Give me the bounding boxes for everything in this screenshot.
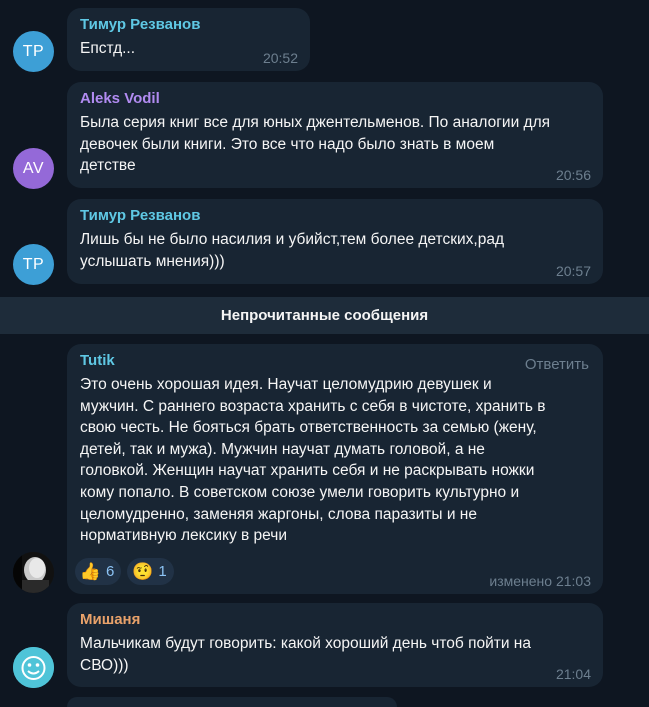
reaction-count: 1 (158, 563, 167, 580)
message-bubble[interactable]: Тимур Резванов Епстд... 20:52 (67, 8, 310, 71)
message-line: головкой. Женщин научат хранить себя и н… (80, 462, 535, 480)
message-line: Лишь бы не было насилия и убийст,тем бол… (80, 231, 504, 248)
raised-eyebrow-icon: 🤨 (132, 561, 154, 581)
message-line: девочек были книги. Это все что надо был… (80, 135, 495, 153)
avatar-timur[interactable]: ТР (13, 31, 54, 72)
message-line: детей, так и мужа). Мужчин научат думать… (80, 440, 485, 458)
message-bubble[interactable]: Мишаня Мальчикам будут говорить: какой х… (67, 603, 603, 687)
sender-name[interactable]: Тимур Резванов (80, 207, 590, 225)
avatar-timur[interactable]: ТР (13, 244, 54, 285)
message-text: Лишь бы не было насилия и убийст,тем бол… (80, 229, 590, 272)
sender-name[interactable]: Мишаня (80, 611, 590, 629)
message-bubble[interactable]: Tutik Ответить Это очень хорошая идея. Н… (67, 344, 603, 594)
message-line: детстве (80, 157, 136, 174)
message-bubble[interactable]: Aleks Vodil Была серия книг все для юных… (67, 82, 603, 188)
avatar-mishanya[interactable] (13, 647, 54, 688)
reply-button[interactable]: Ответить (525, 356, 589, 373)
reaction-count: 6 (106, 563, 115, 580)
next-message-bubble[interactable] (67, 697, 397, 707)
message-line: кому попало. В советском союзе умели гов… (80, 483, 520, 501)
message-line: Это очень хорошая идея. Научат целомудри… (80, 376, 492, 393)
message-time: 20:57 (555, 263, 591, 279)
message-line: нормативную лексику в речи (80, 527, 288, 545)
thumbs-up-icon: 👍 (79, 561, 102, 581)
message-line: СВО))) (80, 656, 129, 674)
avatar-tutik[interactable] (13, 552, 54, 593)
avatar-aleks[interactable]: AV (13, 148, 54, 189)
message-line: мужчин. С раннего возраста хранить с себ… (80, 397, 546, 415)
message-line: свою честь. Не бояться брать ответственн… (80, 419, 537, 437)
message-line: Мальчикам будут говорить: какой хороший … (80, 635, 531, 652)
unread-divider: Непрочитанные сообщения (0, 297, 649, 334)
message-line: Была серия книг все для юных джентельмен… (80, 114, 551, 131)
message-text: Мальчикам будут говорить: какой хороший … (80, 633, 590, 676)
reactions-bar: 👍 6 🤨 1 (75, 558, 174, 585)
message-time: 21:04 (555, 666, 591, 682)
message-time: 20:52 (262, 50, 298, 66)
message-bubble[interactable]: Тимур Резванов Лишь бы не было насилия и… (67, 199, 603, 284)
message-text: Это очень хорошая идея. Научат целомудри… (80, 374, 590, 547)
sender-name[interactable]: Тимур Резванов (80, 16, 297, 34)
message-time: 20:56 (555, 167, 591, 183)
sender-name[interactable]: Tutik (80, 352, 590, 370)
tutik-photo (13, 552, 54, 593)
message-line: услышать мнения))) (80, 252, 225, 270)
message-line: целомудренно, заменяя жаргоны, слова пар… (80, 505, 477, 523)
reaction-raised-eyebrow[interactable]: 🤨 1 (127, 558, 174, 585)
message-text: Была серия книг все для юных джентельмен… (80, 112, 590, 177)
reaction-thumbs-up[interactable]: 👍 6 (75, 558, 122, 585)
face-icon (13, 647, 54, 688)
message-time: изменено 21:03 (489, 573, 591, 589)
sender-name[interactable]: Aleks Vodil (80, 90, 590, 108)
